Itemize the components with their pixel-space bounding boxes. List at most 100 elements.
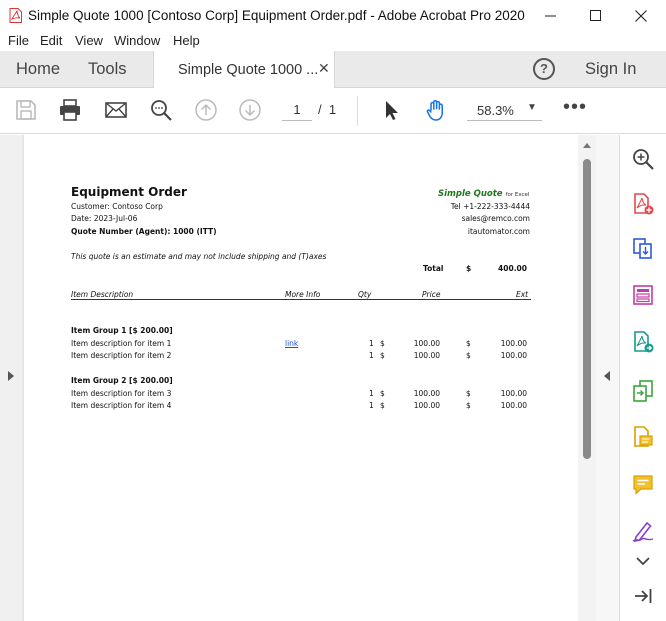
menu-file[interactable]: File	[8, 33, 29, 48]
close-tab-button[interactable]: ✕	[318, 60, 330, 77]
create-pdf-icon[interactable]	[631, 192, 655, 216]
document-viewport[interactable]: Equipment Order Customer: Contoso Corp D…	[0, 135, 620, 621]
item-qty: 1	[369, 339, 374, 348]
zoom-select[interactable]: 58.3% ▼	[467, 99, 542, 121]
menu-edit[interactable]: Edit	[40, 33, 62, 48]
item-description: Item description for item 3	[71, 389, 172, 398]
total-value: 400.00	[498, 264, 527, 273]
save-icon[interactable]	[14, 98, 38, 122]
item-currency: $	[466, 339, 471, 348]
scroll-up-icon[interactable]	[583, 143, 591, 148]
previous-page-icon[interactable]	[194, 98, 218, 122]
menu-view[interactable]: View	[75, 33, 103, 48]
toolbar-divider	[357, 96, 358, 126]
page-number-input[interactable]: 1	[282, 99, 312, 121]
tab-tools[interactable]: Tools	[88, 60, 127, 79]
minimize-icon	[544, 15, 556, 17]
email-line: sales@remco.com	[461, 214, 530, 223]
menu-window[interactable]: Window	[114, 33, 160, 48]
item-currency: $	[380, 339, 385, 348]
item-ext: 100.00	[500, 351, 527, 360]
item-price: 100.00	[413, 339, 440, 348]
item-ext: 100.00	[500, 389, 527, 398]
item-qty: 1	[369, 389, 374, 398]
close-icon	[635, 9, 647, 22]
item-price: 100.00	[413, 351, 440, 360]
document-title: Equipment Order	[71, 185, 187, 199]
acrobat-app-icon	[9, 8, 22, 23]
export-pdf-icon[interactable]	[631, 330, 655, 354]
col-header-description: Item Description	[71, 290, 134, 299]
item-qty: 1	[369, 351, 374, 360]
toolbar: 1 / 1 58.3% ▼ •••	[0, 88, 666, 134]
total-currency: $	[466, 264, 472, 273]
tab-bar: Home Tools Simple Quote 1000 ... ✕ ? Sig…	[0, 51, 666, 89]
maximize-icon	[589, 10, 601, 21]
scrollbar-thumb[interactable]	[583, 159, 591, 459]
item-currency: $	[466, 389, 471, 398]
chevron-down-icon: ▼	[527, 102, 537, 113]
print-icon[interactable]	[58, 98, 82, 122]
title-bar: Simple Quote 1000 [Contoso Corp] Equipme…	[0, 0, 666, 31]
more-info-link[interactable]: link	[285, 339, 298, 348]
tab-document[interactable]: Simple Quote 1000 ... ✕	[153, 51, 335, 89]
disclaimer: This quote is an estimate and may not in…	[71, 252, 327, 261]
page-total: 1	[328, 102, 337, 117]
more-options-button[interactable]: •••	[563, 96, 587, 119]
menu-help[interactable]: Help	[173, 33, 200, 48]
website-line: itautomator.com	[467, 227, 530, 236]
item-ext: 100.00	[500, 401, 527, 410]
col-header-price: Price	[422, 290, 441, 299]
brand-name: Simple Quote for Excel	[438, 189, 529, 199]
document-tab-label: Simple Quote 1000 ...	[178, 62, 319, 78]
search-zoom-icon[interactable]	[631, 147, 655, 171]
item-qty: 1	[369, 401, 374, 410]
fill-sign-icon[interactable]	[631, 519, 655, 543]
collapse-pane-icon[interactable]	[631, 584, 655, 608]
col-header-qty: Qty	[358, 290, 372, 299]
item-currency: $	[466, 401, 471, 410]
brand-subtext: for Excel	[505, 192, 530, 198]
group-label: Item Group 2 [$ 200.00]	[71, 376, 173, 385]
minimize-button[interactable]	[527, 0, 573, 31]
brand-text: Simple Quote	[438, 189, 503, 199]
item-price: 100.00	[413, 401, 440, 410]
next-page-icon[interactable]	[238, 98, 262, 122]
col-header-more-info: More Info	[285, 290, 321, 299]
pdf-page: Equipment Order Customer: Contoso Corp D…	[24, 135, 578, 621]
comment-icon[interactable]	[631, 425, 655, 449]
collapse-right-pane-icon[interactable]	[604, 371, 610, 381]
organize-pages-icon[interactable]	[631, 283, 655, 307]
total-label: Total	[423, 264, 444, 273]
find-icon[interactable]	[149, 98, 173, 122]
edit-pdf-icon[interactable]	[631, 379, 655, 403]
sign-in-button[interactable]: Sign In	[585, 60, 636, 79]
item-currency: $	[380, 401, 385, 410]
combine-files-icon[interactable]	[631, 237, 655, 261]
item-description: Item description for item 4	[71, 401, 172, 410]
close-window-button[interactable]	[618, 0, 664, 31]
item-description: Item description for item 2	[71, 351, 172, 360]
tab-home[interactable]: Home	[16, 60, 60, 79]
item-currency: $	[380, 351, 385, 360]
email-icon[interactable]	[104, 98, 128, 122]
customer-line: Customer: Contoso Corp	[71, 202, 163, 211]
zoom-value: 58.3%	[477, 103, 514, 118]
page-separator: /	[318, 102, 322, 117]
expand-left-pane-icon[interactable]	[8, 371, 14, 381]
item-description: Item description for item 1	[71, 339, 172, 348]
window-title: Simple Quote 1000 [Contoso Corp] Equipme…	[28, 8, 525, 23]
item-price: 100.00	[413, 389, 440, 398]
quote-number-line: Quote Number (Agent): 1000 (ITT)	[71, 227, 217, 236]
select-arrow-icon[interactable]	[380, 98, 404, 122]
page-count: / 1	[318, 102, 336, 117]
item-currency: $	[466, 351, 471, 360]
header-rule	[71, 299, 531, 300]
maximize-button[interactable]	[572, 0, 618, 31]
help-icon[interactable]: ?	[533, 58, 555, 80]
col-header-ext: Ext	[516, 290, 529, 299]
sticky-note-icon[interactable]	[631, 473, 655, 497]
more-tools-icon[interactable]	[631, 549, 655, 573]
hand-icon[interactable]	[424, 98, 448, 122]
menu-bar: File Edit View Window Help	[0, 31, 666, 51]
